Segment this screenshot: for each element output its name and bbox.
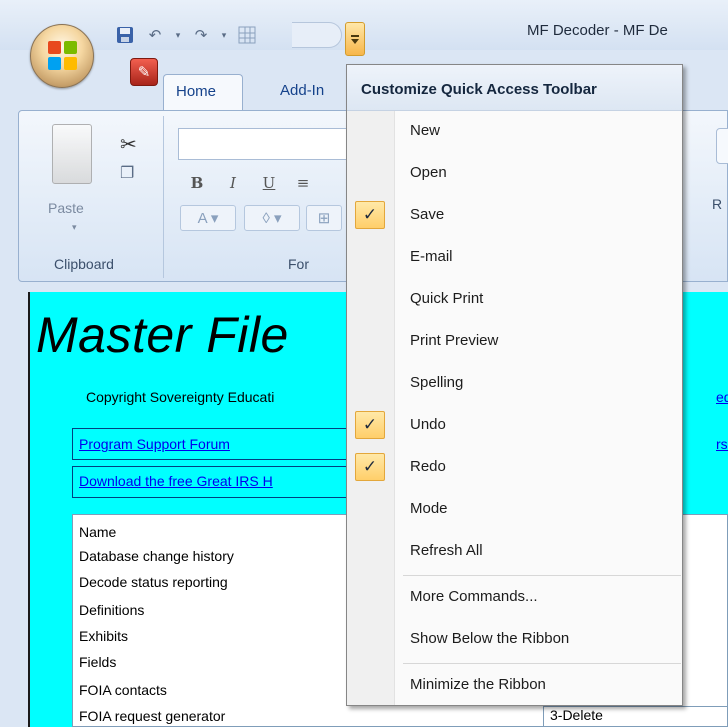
menu-item-label: Print Preview [410, 332, 499, 349]
font-group-label: For [288, 256, 309, 272]
paste-dropdown-icon[interactable]: ▾ [72, 222, 77, 233]
list-item[interactable]: Definitions [79, 602, 144, 618]
bold-button[interactable]: B [186, 172, 208, 194]
list-item[interactable]: FOIA request generator [79, 708, 225, 724]
tab-home[interactable]: Home [163, 74, 243, 110]
fill-color-button[interactable]: ◊ ▾ [244, 205, 300, 231]
menu-item-label: Open [410, 164, 447, 181]
paste-label[interactable]: Paste [48, 200, 84, 216]
menu-item-label: Spelling [410, 374, 464, 391]
italic-button[interactable]: I [222, 172, 244, 194]
gridlines-button[interactable]: ⊞ [306, 205, 342, 231]
menu-item-quick-print[interactable]: Quick Print [347, 279, 682, 319]
right-link-partial[interactable]: edu [716, 389, 728, 405]
menu-item-spelling[interactable]: Spelling [347, 363, 682, 403]
clipboard-group [30, 116, 164, 278]
menu-separator [403, 575, 681, 576]
menu-item-label: New [410, 122, 441, 139]
menu-item-open[interactable]: Open [347, 153, 682, 193]
underline-button[interactable]: U [258, 172, 280, 194]
cut-icon[interactable]: ✂ [120, 132, 137, 157]
menu-item-label: E-mail [410, 248, 453, 265]
align-left-icon[interactable]: ≡ [292, 172, 314, 194]
office-button[interactable] [30, 24, 94, 88]
customize-icon[interactable] [345, 22, 365, 56]
menu-item-print-preview[interactable]: Print Preview [347, 321, 682, 361]
save-icon[interactable] [112, 23, 138, 47]
menu-item-label: Redo [410, 458, 446, 475]
list-header: Name [79, 524, 117, 540]
access-options-icon[interactable]: ✎ [130, 58, 158, 86]
list-item[interactable]: Fields [79, 654, 116, 670]
menu-item-label: Undo [410, 416, 446, 433]
list-item[interactable]: Decode status reporting [79, 574, 228, 590]
menu-item-undo[interactable]: ✓ Undo [347, 405, 682, 445]
version-link-partial[interactable]: rsi [716, 436, 728, 452]
ribbon-button-partial[interactable] [716, 128, 728, 164]
menu-header: Customize Quick Access Toolbar [347, 65, 682, 111]
menu-item-label: Show Below the Ribbon [410, 630, 570, 647]
checkmark-icon: ✓ [355, 453, 385, 481]
menu-item-save[interactable]: ✓ Save [347, 195, 682, 235]
office-logo-icon [48, 41, 78, 71]
redo-dropdown-icon[interactable]: ▾ [218, 23, 230, 47]
quick-access-toolbar-end [292, 22, 342, 48]
font-name-combo[interactable] [178, 128, 348, 160]
quick-access-toolbar: ↶ ▾ ↷ ▾ [112, 22, 260, 48]
list-value-cell: 3-Delete [543, 706, 728, 727]
list-item[interactable]: Exhibits [79, 628, 128, 644]
support-forum-link[interactable]: Program Support Forum [79, 436, 230, 452]
checkmark-icon: ✓ [355, 201, 385, 229]
menu-item-label: Refresh All [410, 542, 483, 559]
menu-separator [403, 663, 681, 664]
paste-icon[interactable] [52, 124, 92, 184]
menu-item-new[interactable]: New [347, 111, 682, 151]
menu-item-label: More Commands... [410, 588, 538, 605]
list-item[interactable]: FOIA contacts [79, 682, 167, 698]
menu-item-more-commands[interactable]: More Commands... [347, 577, 682, 617]
clipboard-group-label: Clipboard [54, 256, 114, 272]
menu-item-label: Mode [410, 500, 448, 517]
redo-icon[interactable]: ↷ [188, 23, 214, 47]
download-link[interactable]: Download the free Great IRS H [79, 473, 273, 489]
undo-icon[interactable]: ↶ [142, 23, 168, 47]
menu-item-label: Save [410, 206, 445, 223]
font-color-button[interactable]: A ▾ [180, 205, 236, 231]
menu-title: Customize Quick Access Toolbar [361, 81, 597, 98]
menu-item-redo[interactable]: ✓ Redo [347, 447, 682, 487]
window-title: MF Decoder - MF De [527, 22, 668, 39]
menu-item-refresh-all[interactable]: Refresh All [347, 531, 682, 571]
copyright-text: Copyright Sovereignty Educati [86, 389, 275, 405]
ribbon-partial-label: R [712, 196, 723, 212]
menu-item-label: Quick Print [410, 290, 484, 307]
checkmark-icon: ✓ [355, 411, 385, 439]
list-item[interactable]: Database change history [79, 548, 234, 564]
menu-item-mode[interactable]: Mode [347, 489, 682, 529]
menu-item-minimize-ribbon[interactable]: Minimize the Ribbon [347, 665, 682, 705]
menu-item-label: Minimize the Ribbon [410, 676, 546, 693]
tab-add-ins[interactable]: Add-In [270, 74, 334, 110]
menu-item-show-below-ribbon[interactable]: Show Below the Ribbon [347, 619, 682, 659]
customize-quick-access-menu: Customize Quick Access Toolbar New Open … [346, 64, 683, 706]
undo-dropdown-icon[interactable]: ▾ [172, 23, 184, 47]
copy-icon[interactable]: ❐ [120, 163, 134, 183]
grid-icon[interactable] [234, 23, 260, 47]
menu-item-email[interactable]: E-mail [347, 237, 682, 277]
